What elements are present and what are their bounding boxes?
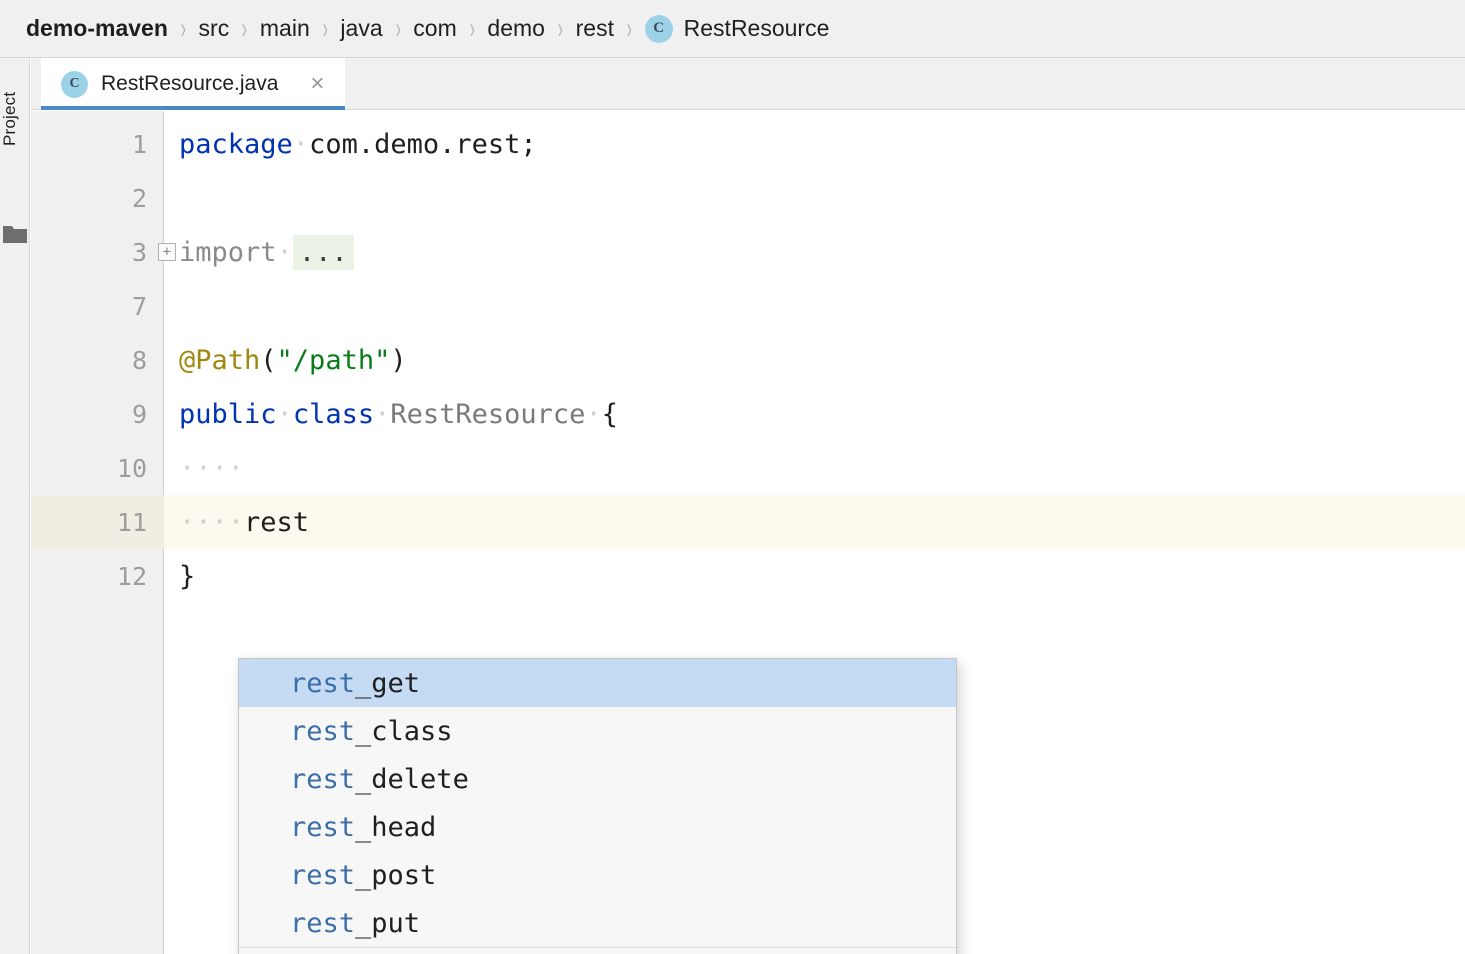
completion-item-suffix: _class — [355, 715, 453, 747]
completion-item-prefix: rest — [290, 859, 356, 891]
breadcrumb-separator: › — [469, 12, 475, 45]
code-token: } — [179, 560, 196, 592]
code-token: public — [179, 398, 277, 430]
completion-item-prefix: rest — [290, 763, 356, 795]
line-number: 10 — [116, 453, 147, 483]
breadcrumb-item-java[interactable]: java — [340, 17, 382, 40]
breadcrumb-item-demo[interactable]: demo — [487, 17, 545, 40]
code-token: ···· — [179, 452, 245, 484]
code-text: import ·... — [179, 225, 354, 279]
code-line[interactable]: 3 import ·... + — [31, 225, 1465, 279]
breadcrumb-item-src[interactable]: src — [199, 17, 230, 40]
breadcrumb-item-label: RestResource — [683, 15, 830, 41]
line-number: 12 — [116, 561, 147, 591]
code-token: · — [374, 398, 391, 430]
completion-list[interactable]: rest _get rest _class rest _delete rest _head re… — [239, 659, 956, 947]
code-token: { — [601, 398, 618, 430]
line-number: 7 — [131, 291, 147, 321]
code-line[interactable]: 12} — [31, 549, 1465, 603]
code-token: import — [179, 236, 277, 268]
breadcrumb-item-restresource[interactable]: C RestResource — [644, 14, 830, 43]
tool-window-button-project[interactable]: Project — [0, 74, 30, 164]
completion-item-suffix: _delete — [355, 763, 469, 795]
completion-item-suffix: _get — [355, 667, 421, 699]
completion-item[interactable]: rest _get — [239, 659, 956, 707]
code-token: rest — [244, 506, 310, 538]
line-number: 11 — [31, 495, 164, 549]
code-editor[interactable]: 1 package · com.demo.rest; 2 3 import ·... +7 8 @P… — [31, 111, 1465, 954]
code-line[interactable]: 7 — [31, 279, 1465, 333]
code-completion-popup[interactable]: rest _get rest _class rest _delete rest _head re… — [238, 658, 957, 954]
breadcrumb-separator: › — [557, 12, 563, 45]
code-text: @Path("/path") — [179, 333, 407, 387]
code-token: · — [585, 398, 602, 430]
completion-item-prefix: rest — [290, 715, 356, 747]
completion-item-suffix: _post — [355, 859, 437, 891]
breadcrumb-item-demo-maven[interactable]: demo-maven — [26, 17, 168, 40]
line-number: 2 — [131, 183, 147, 213]
code-token: com.demo.rest; — [309, 128, 537, 160]
completion-item-prefix: rest — [290, 811, 356, 843]
code-token: ) — [390, 344, 407, 376]
line-number: 1 — [131, 129, 147, 159]
completion-item[interactable]: rest _post — [239, 851, 956, 899]
completion-item-prefix: rest — [290, 667, 356, 699]
left-tool-strip: Project — [0, 58, 30, 954]
completion-footer: Press ^Space to see non-imported classes… — [239, 947, 956, 954]
completion-item-suffix: _put — [355, 907, 421, 939]
completion-item[interactable]: rest _head — [239, 803, 956, 851]
class-icon: C — [644, 14, 673, 43]
code-line[interactable]: 1 package · com.demo.rest; — [31, 117, 1465, 171]
code-line[interactable]: 8 @Path("/path") — [31, 333, 1465, 387]
breadcrumb-separator: › — [626, 12, 632, 45]
code-token: package — [179, 128, 293, 160]
close-icon[interactable]: × — [299, 66, 335, 102]
completion-item-suffix: _head — [355, 811, 437, 843]
breadcrumb-item-com[interactable]: com — [413, 17, 456, 40]
code-token: ( — [260, 344, 277, 376]
code-text: public · class · RestResource ·{ — [179, 387, 618, 441]
code-token: RestResource — [390, 398, 586, 430]
code-token: · — [276, 236, 293, 268]
line-number: 9 — [131, 399, 147, 429]
breadcrumb: demo-maven › src › main › java › com › d… — [0, 0, 1465, 58]
code-line[interactable]: 9 public · class · RestResource ·{ — [31, 387, 1465, 441]
code-line[interactable]: 2 — [31, 171, 1465, 225]
line-number: 3 — [131, 237, 147, 267]
breadcrumb-separator: › — [395, 12, 401, 45]
code-token[interactable]: ... — [292, 234, 354, 270]
code-token: · — [276, 398, 293, 430]
code-text: package · com.demo.rest; — [179, 117, 537, 171]
code-token: @Path — [179, 344, 261, 376]
completion-item[interactable]: rest _delete — [239, 755, 956, 803]
code-line[interactable]: 11 ···· rest — [31, 495, 1465, 549]
code-text: ···· rest — [179, 495, 309, 549]
editor-tab-bar: C RestResource.java × — [31, 58, 1465, 110]
ide-window: demo-maven › src › main › java › com › d… — [0, 0, 1465, 954]
class-icon: C — [61, 70, 88, 98]
code-token: ···· — [179, 506, 245, 538]
code-token: "/path" — [276, 344, 391, 376]
completion-item-prefix: rest — [290, 907, 356, 939]
code-text: } — [179, 549, 195, 603]
breadcrumb-item-main[interactable]: main — [260, 17, 310, 40]
fold-expand-icon[interactable]: + — [158, 243, 176, 261]
completion-item[interactable]: rest _put — [239, 899, 956, 947]
breadcrumb-separator: › — [180, 12, 186, 45]
completion-item[interactable]: rest _class — [239, 707, 956, 755]
line-number: 8 — [131, 345, 147, 375]
breadcrumb-item-rest[interactable]: rest — [576, 17, 614, 40]
breadcrumb-separator: › — [242, 12, 248, 45]
code-token: · — [292, 128, 310, 160]
tab-restresource-java[interactable]: C RestResource.java × — [41, 58, 346, 110]
tab-label: RestResource.java — [101, 72, 279, 95]
breadcrumb-separator: › — [322, 12, 328, 45]
code-line[interactable]: 10 ···· — [31, 441, 1465, 495]
folder-icon[interactable] — [3, 225, 27, 244]
code-text: ···· — [179, 441, 244, 495]
code-token: class — [292, 398, 375, 430]
